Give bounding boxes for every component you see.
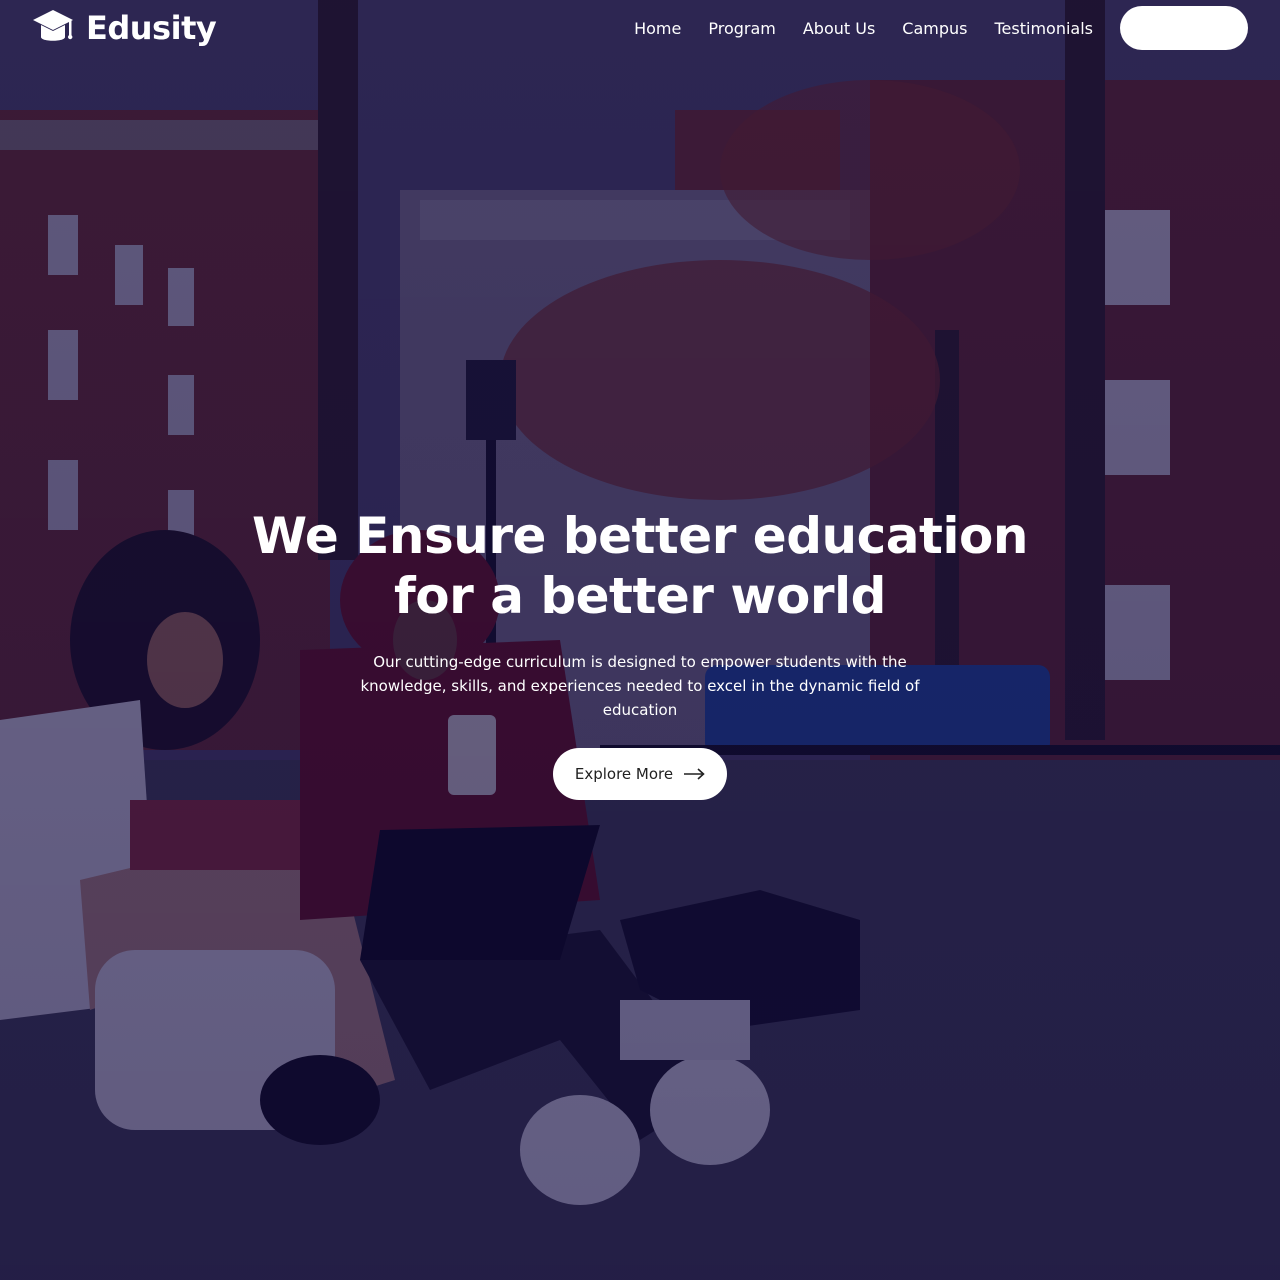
nav-item-home[interactable]: Home (634, 19, 681, 38)
contact-us-button[interactable]: Contact Us (1120, 6, 1248, 50)
navbar: Edusity Home Program About Us Campus Tes… (0, 0, 1280, 56)
nav-item-campus[interactable]: Campus (902, 19, 967, 38)
nav-item-testimonials[interactable]: Testimonials (995, 19, 1094, 38)
hero-section: Edusity Home Program About Us Campus Tes… (0, 0, 1280, 1280)
explore-more-button[interactable]: Explore More (553, 748, 727, 800)
hero-content: We Ensure better education for a better … (240, 506, 1040, 800)
explore-more-label: Explore More (574, 765, 674, 783)
nav-item-program[interactable]: Program (708, 19, 776, 38)
graduation-cap-icon (33, 10, 73, 41)
brand-name: Edusity (86, 9, 217, 47)
nav-item-about-us[interactable]: About Us (803, 19, 875, 38)
arrow-right-icon (684, 768, 705, 780)
hero-title: We Ensure better education for a better … (252, 507, 1028, 625)
nav-menu: Home Program About Us Campus Testimonial… (634, 6, 1248, 50)
hero-subtitle: Our cutting-edge curriculum is designed … (360, 653, 920, 719)
logo[interactable]: Edusity (32, 8, 217, 48)
